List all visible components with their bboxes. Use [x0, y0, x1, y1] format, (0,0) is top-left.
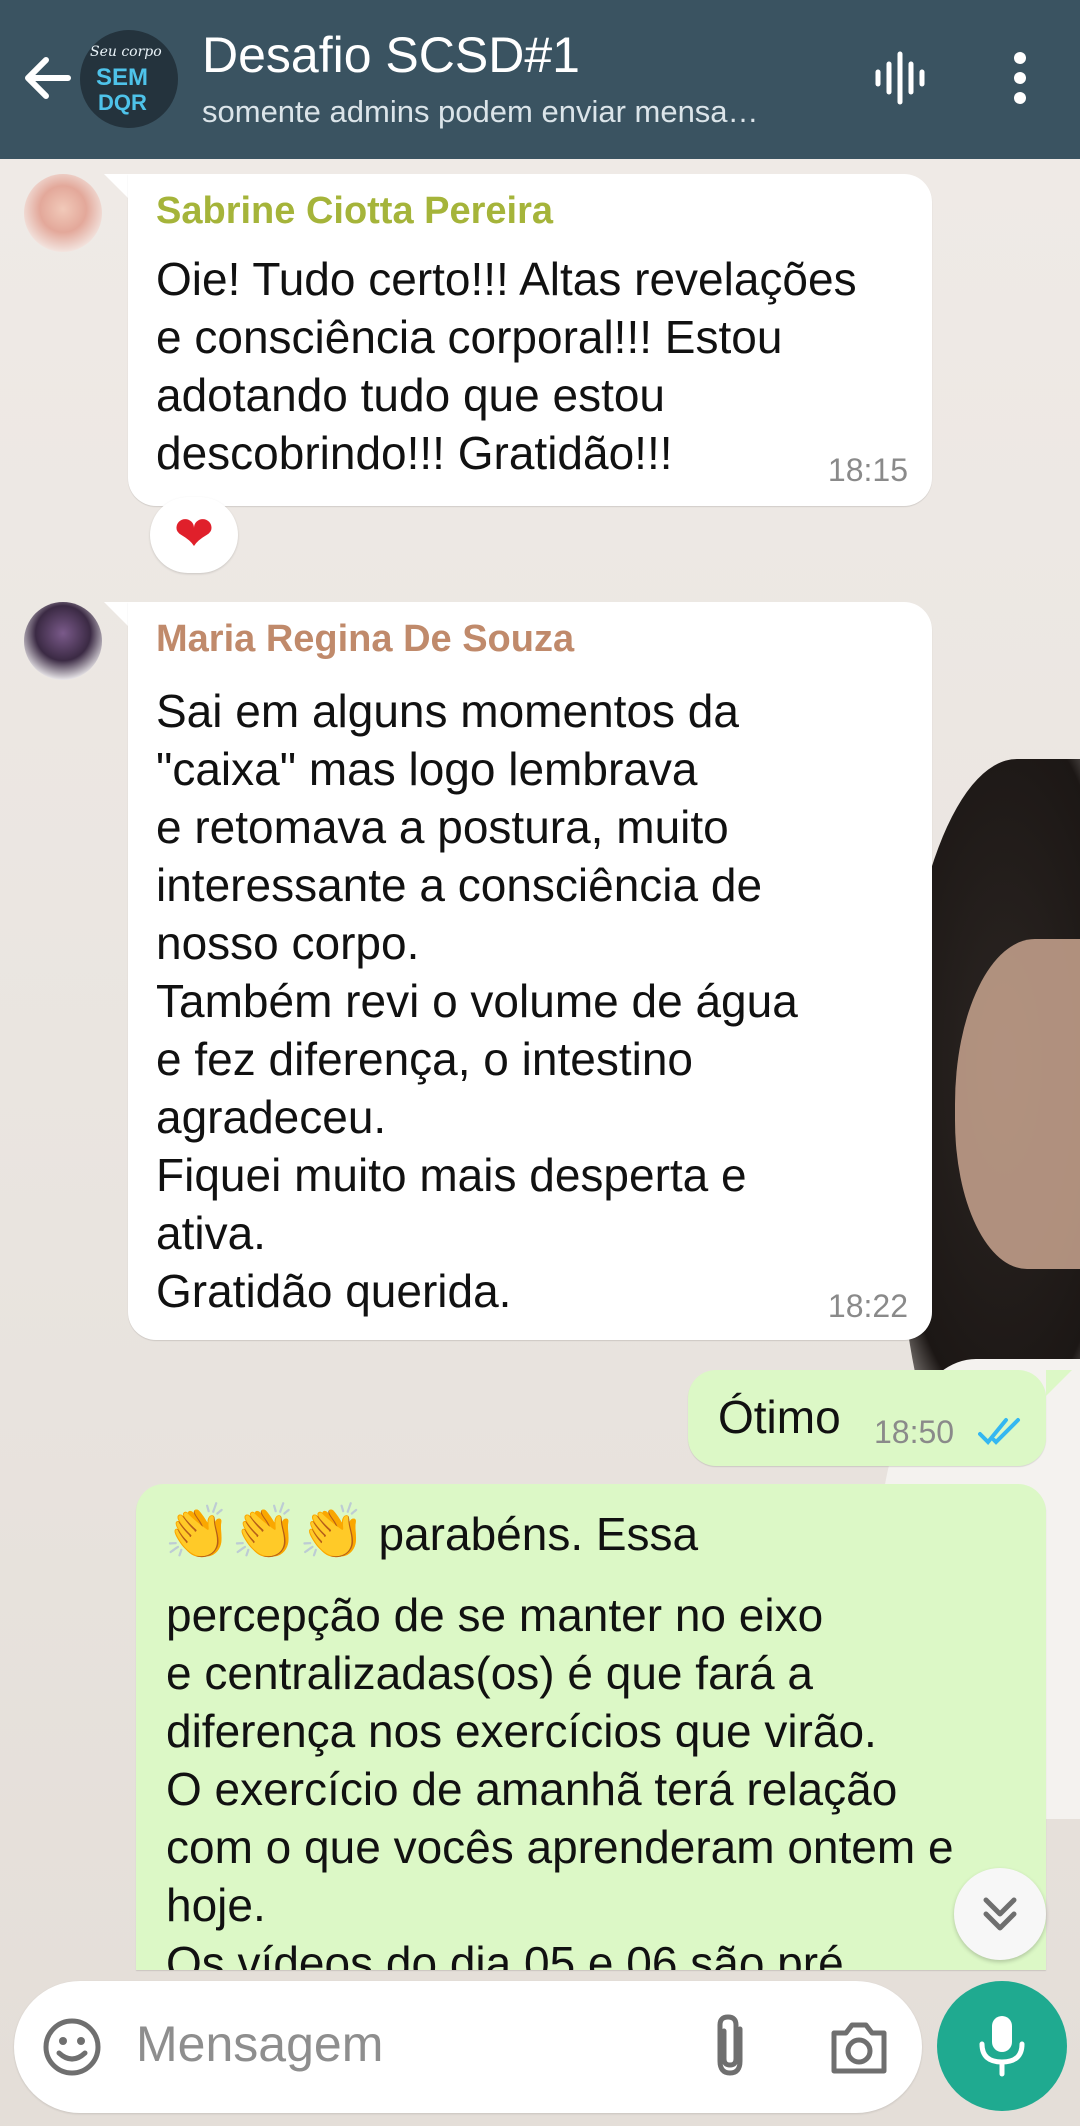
outgoing-message-bubble[interactable]: Ótimo 18:50 — [688, 1370, 1046, 1466]
back-arrow-icon[interactable] — [18, 48, 78, 108]
message-text: percepção de se manter no eixo e central… — [166, 1589, 954, 1970]
sender-avatar[interactable] — [24, 174, 102, 252]
message-text: Oie! Tudo certo!!! Altas revelações e co… — [156, 253, 857, 479]
heart-reaction-icon[interactable]: ❤ — [150, 497, 238, 573]
message-text: parabéns. Essa — [365, 1508, 699, 1560]
emoji-icon[interactable] — [42, 2017, 102, 2077]
chat-title[interactable]: Desafio SCSD#1 — [202, 26, 580, 84]
message-time: 18:15 — [827, 452, 908, 488]
bubble-tail — [104, 174, 130, 200]
clapping-hands-icon: 👏👏👏 — [164, 1502, 366, 1562]
bubble-tail — [104, 602, 130, 628]
scroll-to-bottom-button[interactable] — [954, 1868, 1046, 1960]
attach-icon[interactable] — [704, 2013, 760, 2081]
message-text: Sai em alguns momentos da "caixa" mas lo… — [156, 685, 798, 1317]
microphone-icon — [979, 2016, 1025, 2077]
message-text: Ótimo — [718, 1391, 841, 1443]
message-input-bar[interactable]: Mensagem — [14, 1981, 922, 2113]
message-bubble[interactable]: Sabrine Ciotta Pereira Oie! Tudo certo!!… — [128, 174, 932, 506]
chat-subtitle[interactable]: somente admins podem enviar mensa… — [202, 94, 822, 130]
chat-header: Seu corpo SEM DQR Desafio SCSD#1 somente… — [0, 0, 1080, 159]
more-options-icon[interactable] — [990, 48, 1050, 108]
message-bubble[interactable]: Maria Regina De Souza Sai em alguns mome… — [128, 602, 932, 1340]
message-time: 18:22 — [827, 1288, 908, 1324]
read-receipt-icon — [978, 1418, 1020, 1445]
outgoing-message-bubble[interactable]: 👏👏👏 parabéns. Essa percepção de se mante… — [136, 1484, 1046, 1970]
message-input[interactable]: Mensagem — [136, 2015, 383, 2073]
double-chevron-down-icon — [983, 1897, 1017, 1931]
sender-name[interactable]: Sabrine Ciotta Pereira — [156, 190, 553, 233]
voice-chat-icon[interactable] — [870, 48, 930, 108]
group-avatar[interactable]: Seu corpo SEM DQR — [80, 30, 178, 128]
bubble-tail — [1046, 1370, 1072, 1396]
voice-record-button[interactable] — [937, 1981, 1067, 2111]
sender-avatar[interactable] — [24, 602, 102, 680]
message-time: 18:50 — [874, 1414, 955, 1450]
camera-icon[interactable] — [828, 2017, 890, 2077]
sender-name[interactable]: Maria Regina De Souza — [156, 618, 574, 661]
